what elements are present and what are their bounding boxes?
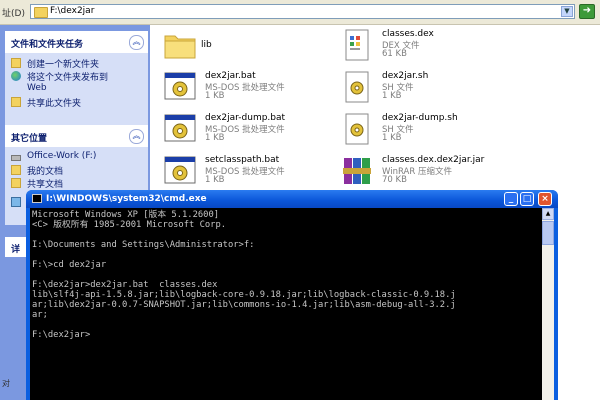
folder-icon <box>34 7 48 18</box>
scroll-up-icon[interactable]: ▲ <box>542 208 554 220</box>
file-name: setclasspath.bat <box>205 155 280 165</box>
console-icon <box>32 194 42 203</box>
task-label: 共享此文件夹 <box>27 99 82 109</box>
console-output[interactable]: Microsoft Windows XP [版本 5.1.2600] <C> 版… <box>30 208 542 400</box>
cmd-titlebar[interactable]: I:\WINDOWS\system32\cmd.exe _ □ × <box>26 190 558 208</box>
cmd-window[interactable]: I:\WINDOWS\system32\cmd.exe _ □ × Micros… <box>26 190 558 400</box>
network-icon <box>11 197 21 207</box>
file-item[interactable]: dex2jar-dump.sh SH 文件 1 KB <box>340 112 510 148</box>
vertical-scrollbar[interactable]: ▲ <box>542 208 554 400</box>
folder-icon <box>164 35 196 59</box>
address-path: F:\dex2jar <box>50 6 95 16</box>
place-label: Office-Work (F:) <box>27 151 97 161</box>
file-name: lib <box>201 40 212 50</box>
address-input[interactable]: F:\dex2jar ▼ <box>30 4 575 19</box>
file-size: 70 KB <box>382 175 407 185</box>
file-name: classes.dex.dex2jar.jar <box>382 155 485 165</box>
task-publish-web[interactable]: 将这个文件夹发布到 <box>5 70 148 83</box>
file-size: 1 KB <box>382 133 402 143</box>
my-documents-icon <box>11 165 21 175</box>
other-places-header[interactable]: 其它位置 ︽ <box>5 125 148 147</box>
console-text: Microsoft Windows XP [版本 5.1.2600] <C> 版… <box>32 210 456 340</box>
address-bar: 址(D) F:\dex2jar ▼ ➜ <box>0 0 600 25</box>
task-share-folder[interactable]: 共享此文件夹 <box>5 96 148 109</box>
dex-file-icon <box>345 29 369 61</box>
explorer-right-strip <box>560 195 600 385</box>
scroll-thumb[interactable] <box>542 221 554 245</box>
file-name: dex2jar-dump.sh <box>382 113 458 123</box>
task-label: 创建一个新文件夹 <box>27 60 100 70</box>
batch-file-icon <box>164 72 196 100</box>
publish-web-icon <box>11 71 21 81</box>
other-places-panel: 其它位置 ︽ Office-Work (F:) 我的文档 共享文档 <box>5 125 148 195</box>
minimize-button[interactable]: _ <box>504 192 518 206</box>
shared-docs-icon <box>11 178 21 188</box>
place-my-documents[interactable]: 我的文档 <box>5 164 148 177</box>
file-tasks-panel: 文件和文件夹任务 ︽ 创建一个新文件夹 将这个文件夹发布到 Web 共享此文件夹 <box>5 31 148 125</box>
sh-file-icon <box>345 113 369 145</box>
file-name: classes.dex <box>382 29 434 39</box>
maximize-button[interactable]: □ <box>520 192 534 206</box>
file-item[interactable]: lib <box>163 28 333 64</box>
file-tasks-header[interactable]: 文件和文件夹任务 ︽ <box>5 31 148 53</box>
file-item[interactable]: classes.dex.dex2jar.jar WinRAR 压缩文件 70 K… <box>340 154 510 190</box>
file-name: dex2jar.bat <box>205 71 256 81</box>
cmd-title: I:\WINDOWS\system32\cmd.exe <box>46 194 207 204</box>
batch-file-icon <box>164 156 196 184</box>
new-folder-icon <box>11 58 21 68</box>
file-item[interactable]: dex2jar-dump.bat MS-DOS 批处理文件 1 KB <box>163 112 333 148</box>
file-size: 1 KB <box>205 133 225 143</box>
collapse-chevron-icon[interactable]: ︽ <box>129 35 144 50</box>
place-shared-documents[interactable]: 共享文档 <box>5 177 148 190</box>
other-places-title: 其它位置 <box>11 134 48 144</box>
place-label: 共享文档 <box>27 180 64 190</box>
file-name: dex2jar-dump.bat <box>205 113 286 123</box>
file-size: 1 KB <box>205 175 225 185</box>
drive-icon <box>11 155 21 161</box>
file-item[interactable]: dex2jar.sh SH 文件 1 KB <box>340 70 510 106</box>
go-arrow-icon: ➜ <box>582 5 592 16</box>
task-label: 将这个文件夹发布到 <box>27 73 109 83</box>
details-title: 详 <box>11 245 21 255</box>
status-right <box>560 384 600 398</box>
sh-file-icon <box>345 71 369 103</box>
winrar-icon <box>343 158 371 184</box>
share-folder-icon <box>11 97 21 107</box>
collapse-chevron-icon[interactable]: ︽ <box>129 129 144 144</box>
task-publish-web-cont[interactable]: Web <box>5 83 148 96</box>
file-size: 61 KB <box>382 49 407 59</box>
batch-file-icon <box>164 114 196 142</box>
place-drive-f[interactable]: Office-Work (F:) <box>5 151 148 164</box>
task-new-folder[interactable]: 创建一个新文件夹 <box>5 57 148 70</box>
status-left: 对 <box>2 379 10 388</box>
file-item[interactable]: classes.dex DEX 文件 61 KB <box>340 28 510 64</box>
file-name: dex2jar.sh <box>382 71 429 81</box>
chevron-down-icon[interactable]: ▼ <box>561 6 573 17</box>
file-size: 1 KB <box>205 91 225 101</box>
file-item[interactable]: dex2jar.bat MS-DOS 批处理文件 1 KB <box>163 70 333 106</box>
place-label: 我的文档 <box>27 167 64 177</box>
file-tasks-title: 文件和文件夹任务 <box>11 40 84 50</box>
task-label: Web <box>27 83 47 93</box>
file-item[interactable]: setclasspath.bat MS-DOS 批处理文件 1 KB <box>163 154 333 190</box>
close-button[interactable]: × <box>538 192 552 206</box>
go-button[interactable]: ➜ <box>579 4 595 19</box>
address-label: 址(D) <box>2 9 25 19</box>
file-size: 1 KB <box>382 91 402 101</box>
